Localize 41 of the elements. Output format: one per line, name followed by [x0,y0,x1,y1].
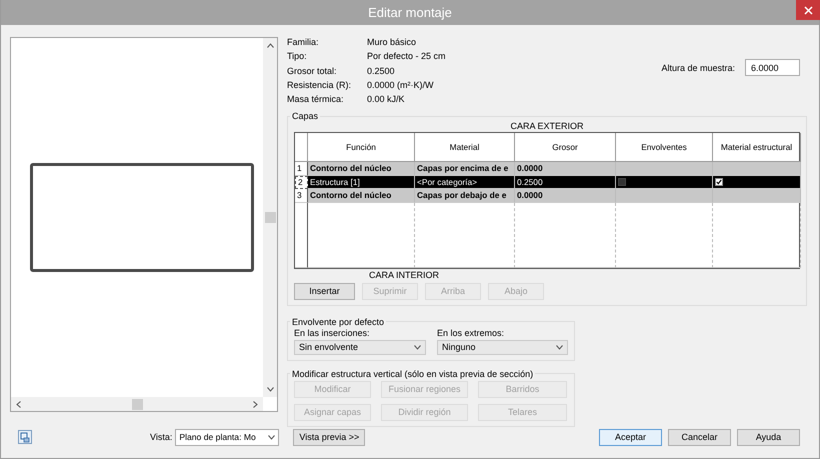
property-value: Muro básico [367,37,418,48]
row-number[interactable]: 2 [295,176,308,190]
property-value: Por defecto - 25 cm [367,51,446,62]
button[interactable]: Aceptar [599,428,662,446]
table-cell[interactable]: Capas por encima de e [415,162,515,176]
group-label: Capas [291,111,320,122]
table-cell[interactable]: Contorno del núcleo [308,162,415,176]
group-label: Modificar estructura vertical (sólo en vista previa de sección) [291,368,534,379]
row-number[interactable]: 3 [295,189,308,203]
group-label: Envolvente por defecto [291,316,386,327]
caption: CARA INTERIOR [368,270,440,281]
button[interactable]: Ayuda [737,428,800,446]
table-cell[interactable]: Estructura [1] [308,176,415,190]
property-label: Familia: [287,37,320,48]
field-label: En las inserciones: [294,327,371,339]
table-cell[interactable]: 0.0000 [515,162,616,176]
dropdown[interactable]: Sin envolvente [294,340,426,355]
property-label: Masa térmica: [287,94,345,106]
table-cell[interactable]: 0.2500 [515,176,616,190]
table-cell[interactable]: 0.0000 [515,189,616,203]
input-field[interactable]: 6.0000 [745,59,800,76]
table-cell[interactable]: Capas por debajo de e [415,189,515,203]
button[interactable]: Cancelar [668,428,731,446]
field-label: En los extremos: [437,326,506,339]
dropdown[interactable]: Ninguno [437,340,568,355]
table-cell[interactable]: <Por categoría> [415,176,515,190]
caption: CARA EXTERIOR [509,121,584,132]
table-cell[interactable]: Contorno del núcleo [308,189,415,203]
button[interactable]: Insertar [294,282,355,300]
preview-button[interactable]: Vista previa >> [293,428,366,446]
window-title: Editar montaje [368,5,452,20]
row-number[interactable]: 1 [295,162,308,176]
property-value: 0.00 kJ/K [367,94,406,106]
property-label: Resistencia (R): [287,80,352,91]
field-label: Altura de muestra: [661,62,735,72]
property-label: Grosor total: [287,66,338,77]
property-value: 0.2500 [367,66,396,77]
dropdown[interactable]: Plano de planta: Mo [175,428,280,446]
field-label: Vista: [150,432,172,442]
property-value: 0.0000 (m²·K)/W [367,80,435,91]
property-label: Tipo: [287,51,308,62]
